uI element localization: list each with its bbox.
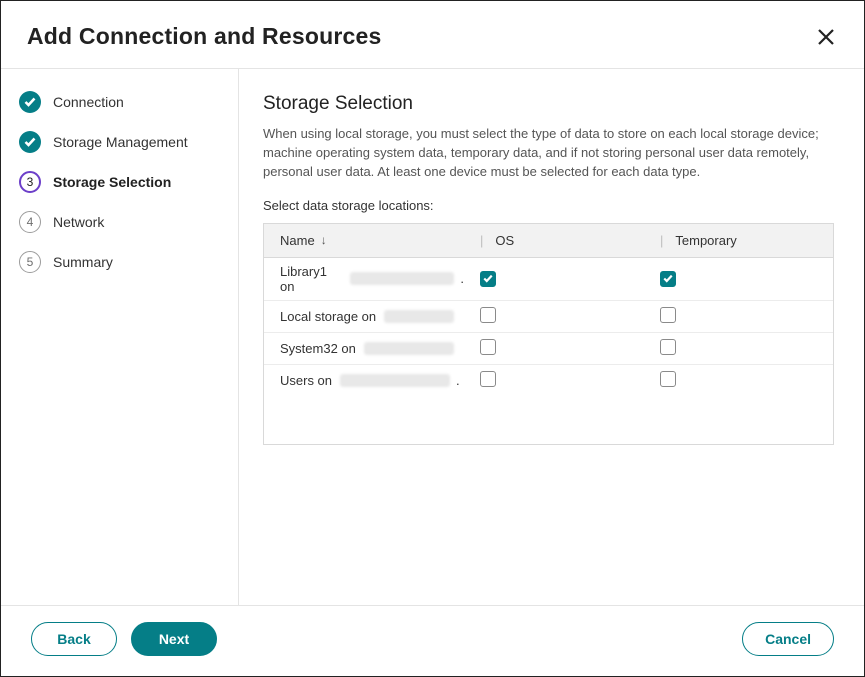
column-separator: | [480, 233, 495, 248]
page-heading: Storage Selection [263, 93, 834, 115]
step-label: Storage Management [53, 134, 188, 150]
cancel-button[interactable]: Cancel [742, 622, 834, 656]
close-icon [817, 28, 835, 46]
cell-name: Library1 on . [264, 264, 464, 294]
step-network[interactable]: 4 Network [19, 211, 228, 233]
cell-name: Users on . [264, 373, 464, 388]
table-header: Name ↓ |OS |Temporary [264, 224, 833, 258]
cell-temporary [644, 307, 833, 326]
column-separator: | [660, 233, 675, 248]
temporary-checkbox[interactable] [660, 339, 676, 355]
name-prefix: Users on [280, 373, 332, 388]
cell-os [464, 339, 644, 358]
table-spacer [264, 396, 833, 444]
cell-os [464, 307, 644, 326]
table-row: System32 on [264, 333, 833, 365]
step-storage-selection[interactable]: 3 Storage Selection [19, 171, 228, 193]
cell-name: System32 on [264, 341, 464, 356]
dialog-footer: Back Next Cancel [1, 605, 864, 676]
main-panel: Storage Selection When using local stora… [239, 69, 864, 605]
wizard-sidebar: Connection Storage Management 3 Storage … [1, 69, 239, 605]
cell-os [464, 371, 644, 390]
col-temp-label: Temporary [675, 233, 736, 248]
footer-left: Back Next [31, 622, 217, 656]
step-connection[interactable]: Connection [19, 91, 228, 113]
column-header-os[interactable]: |OS [464, 233, 644, 248]
select-label: Select data storage locations: [263, 198, 834, 213]
back-button[interactable]: Back [31, 622, 117, 656]
page-description: When using local storage, you must selec… [263, 125, 833, 182]
storage-table: Name ↓ |OS |Temporary Library1 on .Local… [263, 223, 834, 445]
temporary-checkbox[interactable] [660, 271, 676, 287]
table-row: Users on . [264, 365, 833, 396]
temporary-checkbox[interactable] [660, 371, 676, 387]
cell-temporary [644, 339, 833, 358]
step-number-icon: 4 [19, 211, 41, 233]
table-row: Local storage on [264, 301, 833, 333]
title-bar: Add Connection and Resources [1, 1, 864, 68]
os-checkbox[interactable] [480, 371, 496, 387]
os-checkbox[interactable] [480, 271, 496, 287]
name-prefix: Local storage on [280, 309, 376, 324]
name-prefix: System32 on [280, 341, 356, 356]
check-icon [663, 274, 673, 283]
column-header-temporary[interactable]: |Temporary [644, 233, 833, 248]
check-icon [483, 274, 493, 283]
os-checkbox[interactable] [480, 307, 496, 323]
name-prefix: Library1 on [280, 264, 342, 294]
table-row: Library1 on . [264, 258, 833, 301]
redacted-text [350, 272, 455, 285]
sort-down-icon: ↓ [321, 233, 327, 247]
step-label: Storage Selection [53, 174, 171, 190]
redacted-text [364, 342, 454, 355]
step-number-icon: 3 [19, 171, 41, 193]
step-label: Summary [53, 254, 113, 270]
step-label: Network [53, 214, 104, 230]
col-name-label: Name [280, 233, 315, 248]
cell-temporary [644, 271, 833, 287]
col-os-label: OS [495, 233, 514, 248]
cell-os [464, 271, 644, 287]
step-summary[interactable]: 5 Summary [19, 251, 228, 273]
trailing-text: . [456, 373, 460, 388]
step-storage-management[interactable]: Storage Management [19, 131, 228, 153]
cell-name: Local storage on [264, 309, 464, 324]
step-label: Connection [53, 94, 124, 110]
next-button[interactable]: Next [131, 622, 217, 656]
check-icon [19, 131, 41, 153]
check-icon [19, 91, 41, 113]
step-number-icon: 5 [19, 251, 41, 273]
cell-temporary [644, 371, 833, 390]
column-header-name[interactable]: Name ↓ [264, 233, 464, 248]
redacted-text [340, 374, 450, 387]
redacted-text [384, 310, 454, 323]
dialog-title: Add Connection and Resources [27, 23, 381, 50]
dialog-body: Connection Storage Management 3 Storage … [1, 69, 864, 605]
close-button[interactable] [814, 25, 838, 49]
os-checkbox[interactable] [480, 339, 496, 355]
dialog-window: Add Connection and Resources Connection … [0, 0, 865, 677]
temporary-checkbox[interactable] [660, 307, 676, 323]
